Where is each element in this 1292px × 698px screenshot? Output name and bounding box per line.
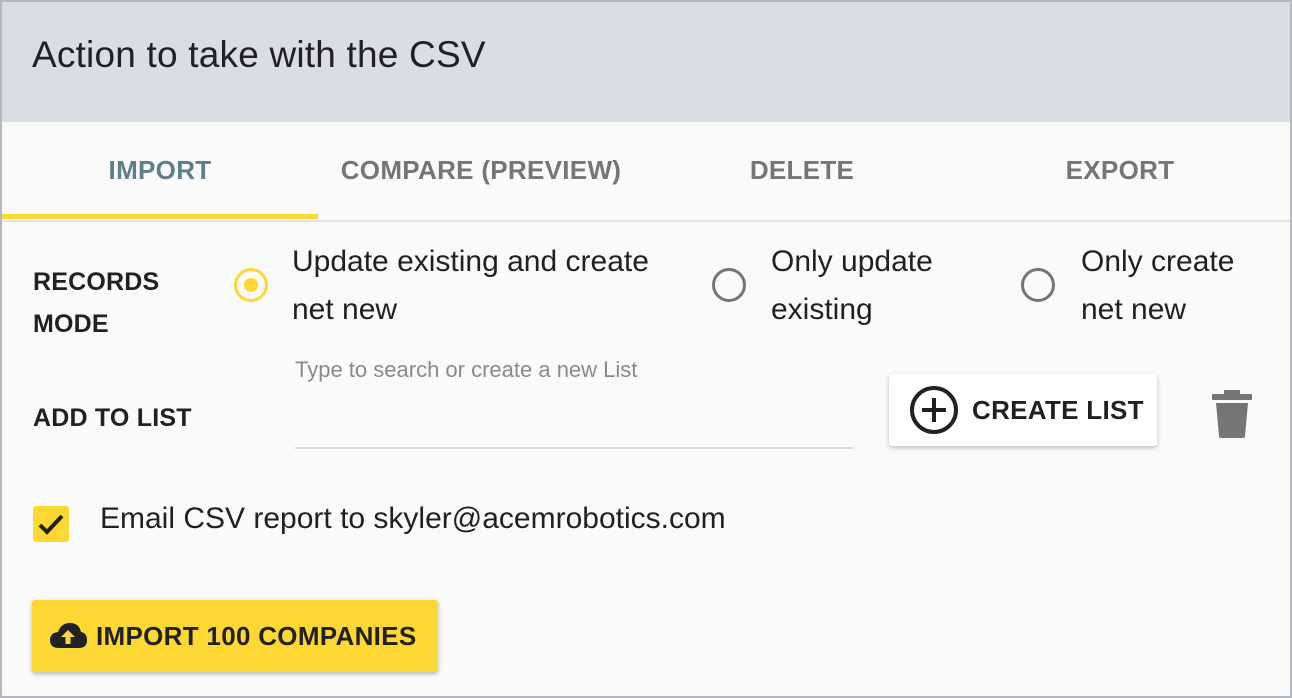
email-report-checkbox[interactable] — [33, 506, 69, 542]
import-companies-button[interactable]: IMPORT 100 COMPANIES — [32, 600, 438, 672]
trash-icon[interactable] — [1210, 390, 1254, 438]
radio-only-update[interactable] — [712, 268, 746, 302]
list-search-underline — [295, 447, 853, 449]
records-mode-label-line2: MODE — [33, 310, 109, 338]
import-button-label: IMPORT 100 COMPANIES — [96, 620, 417, 651]
action-tabs: IMPORT COMPARE (PREVIEW) DELETE EXPORT — [2, 122, 1290, 222]
records-mode-label-line1: RECORDS — [33, 268, 160, 296]
radio-only-update-label[interactable]: Only update existing — [771, 238, 933, 334]
radio-label-line: Only create — [1081, 245, 1235, 278]
tab-import[interactable]: IMPORT — [2, 122, 318, 218]
radio-label-line: net new — [1081, 293, 1187, 326]
active-tab-indicator — [2, 214, 318, 219]
add-circle-icon — [910, 386, 958, 434]
radio-label-line: Only update — [771, 245, 933, 278]
radio-label-line: existing — [771, 293, 873, 326]
cloud-upload-icon — [50, 623, 87, 648]
radio-update-and-create[interactable] — [234, 268, 268, 302]
list-search-input[interactable]: Type to search or create a new List — [295, 357, 637, 383]
email-report-label[interactable]: Email CSV report to skyler@acemrobotics.… — [100, 502, 726, 536]
add-to-list-label: ADD TO LIST — [33, 404, 192, 432]
tab-export[interactable]: EXPORT — [960, 122, 1280, 218]
create-list-label: CREATE LIST — [972, 394, 1144, 425]
create-list-button[interactable]: CREATE LIST — [889, 374, 1157, 446]
checkmark-icon — [38, 514, 64, 535]
radio-label-line: Update existing and create — [292, 245, 649, 278]
csv-action-panel: Action to take with the CSV IMPORT COMPA… — [0, 0, 1292, 698]
radio-only-create[interactable] — [1021, 268, 1055, 302]
tab-delete[interactable]: DELETE — [644, 122, 960, 218]
panel-header: Action to take with the CSV — [2, 2, 1290, 122]
panel-title: Action to take with the CSV — [32, 34, 486, 75]
radio-update-and-create-label[interactable]: Update existing and create net new — [292, 238, 649, 334]
radio-label-line: net new — [292, 293, 398, 326]
radio-only-create-label[interactable]: Only create net new — [1081, 238, 1234, 334]
tab-compare-preview[interactable]: COMPARE (PREVIEW) — [318, 122, 644, 218]
